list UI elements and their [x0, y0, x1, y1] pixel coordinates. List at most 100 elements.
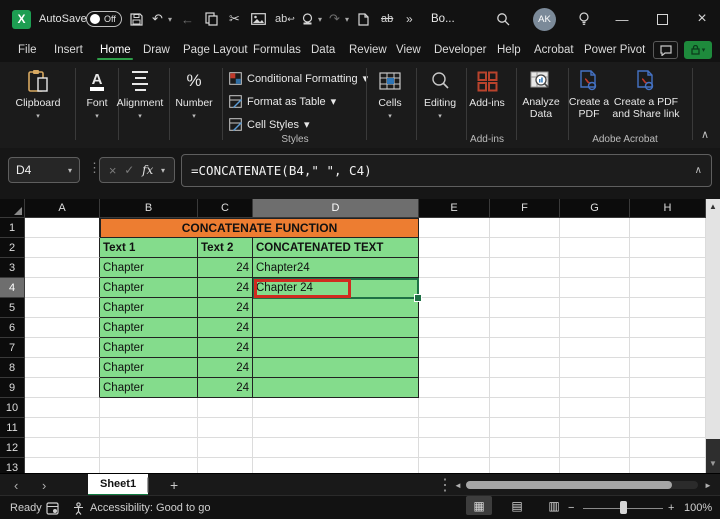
cell-a6[interactable]	[25, 318, 100, 338]
cell-g6[interactable]	[560, 318, 630, 338]
collapse-ribbon-icon[interactable]: ∧	[697, 128, 713, 141]
column-header-c[interactable]: C	[198, 199, 253, 218]
cell-a5[interactable]	[25, 298, 100, 318]
row-header-12[interactable]: 12	[0, 438, 25, 458]
tab-draw[interactable]: Draw	[143, 38, 170, 62]
fill-handle[interactable]	[414, 294, 422, 302]
cell-c9[interactable]: 24	[198, 378, 253, 398]
cell-f1[interactable]	[490, 218, 560, 238]
cell-c8[interactable]: 24	[198, 358, 253, 378]
add-ins-button[interactable]: Add-ins	[464, 68, 510, 109]
autosave-toggle[interactable]: Off	[86, 0, 122, 38]
cell-g5[interactable]	[560, 298, 630, 318]
cell-d4-selected[interactable]: Chapter 24	[253, 278, 419, 298]
maximize-button[interactable]	[648, 0, 676, 38]
cell-e11[interactable]	[419, 418, 490, 438]
cell-g11[interactable]	[560, 418, 630, 438]
cell-g8[interactable]	[560, 358, 630, 378]
cell-h12[interactable]	[630, 438, 706, 458]
font-group-button[interactable]: A Font▾	[78, 68, 116, 120]
cell-c12[interactable]	[198, 438, 253, 458]
tab-help[interactable]: Help	[497, 38, 521, 62]
cell-g3[interactable]	[560, 258, 630, 278]
next-sheet-icon[interactable]: ›	[42, 474, 46, 496]
expand-formula-bar-icon[interactable]: ∧	[695, 165, 711, 176]
row-header-1[interactable]: 1	[0, 218, 25, 238]
cell-d6[interactable]	[253, 318, 419, 338]
tab-insert[interactable]: Insert	[54, 38, 83, 62]
cell-c10[interactable]	[198, 398, 253, 418]
cell-d12[interactable]	[253, 438, 419, 458]
cell-c7[interactable]: 24	[198, 338, 253, 358]
cell-b10[interactable]	[100, 398, 198, 418]
row-header-10[interactable]: 10	[0, 398, 25, 418]
add-sheet-button[interactable]: +	[170, 474, 178, 496]
create-pdf-button[interactable]: Create a PDF	[566, 68, 612, 120]
cell-a12[interactable]	[25, 438, 100, 458]
tab-review[interactable]: Review	[349, 38, 387, 62]
cell-e8[interactable]	[419, 358, 490, 378]
cell-e4[interactable]	[419, 278, 490, 298]
cell-styles-button[interactable]: Cell Styles▾	[229, 118, 310, 131]
inking-dropdown-icon[interactable]: ▾	[318, 0, 322, 38]
editing-group-button[interactable]: Editing▾	[416, 68, 464, 120]
cell-b5[interactable]: Chapter	[100, 298, 198, 318]
tab-options-dots-icon[interactable]: ⋮	[437, 474, 453, 496]
row-header-7[interactable]: 7	[0, 338, 25, 358]
document-title[interactable]: Bo...	[431, 0, 455, 38]
cell-f6[interactable]	[490, 318, 560, 338]
insert-function-icon[interactable]: fx	[142, 163, 153, 177]
vertical-scrollbar-thumb[interactable]: ▲	[706, 199, 720, 439]
cell-g1[interactable]	[560, 218, 630, 238]
scroll-left-icon[interactable]: ◄	[454, 474, 462, 496]
column-header-d[interactable]: D	[253, 199, 419, 218]
row-header-5[interactable]: 5	[0, 298, 25, 318]
cell-c13[interactable]	[198, 458, 253, 473]
undo-icon[interactable]: ↶	[152, 0, 163, 38]
cell-f7[interactable]	[490, 338, 560, 358]
scroll-down-icon[interactable]: ▼	[706, 459, 720, 468]
cell-h10[interactable]	[630, 398, 706, 418]
cell-a2[interactable]	[25, 238, 100, 258]
cell-f4[interactable]	[490, 278, 560, 298]
cell-a3[interactable]	[25, 258, 100, 278]
sheet-tab-sheet1[interactable]: Sheet1	[88, 474, 148, 496]
vertical-scrollbar[interactable]: ▲ ▼	[706, 199, 720, 473]
paste-picture-icon[interactable]	[251, 0, 266, 38]
cell-e3[interactable]	[419, 258, 490, 278]
cell-g10[interactable]	[560, 398, 630, 418]
formula-input[interactable]: =CONCATENATE(B4," ", C4) ∧	[181, 154, 712, 187]
cell-d10[interactable]	[253, 398, 419, 418]
zoom-in-button[interactable]: +	[668, 496, 674, 519]
tab-power-pivot[interactable]: Power Pivot	[584, 38, 645, 62]
cell-e13[interactable]	[419, 458, 490, 473]
conditional-formatting-button[interactable]: Conditional Formatting▾	[229, 72, 368, 85]
share-button[interactable]: ▾	[684, 41, 712, 59]
cell-f13[interactable]	[490, 458, 560, 473]
create-pdf-share-button[interactable]: Create a PDF and Share link	[612, 68, 680, 120]
column-header-e[interactable]: E	[419, 199, 490, 218]
cell-d11[interactable]	[253, 418, 419, 438]
cell-b11[interactable]	[100, 418, 198, 438]
cell-e9[interactable]	[419, 378, 490, 398]
alignment-group-button[interactable]: Alignment▾	[112, 68, 168, 120]
format-as-table-button[interactable]: Format as Table▾	[229, 95, 336, 108]
cell-d2[interactable]: CONCATENATED TEXT	[253, 238, 419, 258]
name-box-dropdown-icon[interactable]: ▾	[68, 166, 72, 175]
cell-e1[interactable]	[419, 218, 490, 238]
scroll-up-icon[interactable]: ▲	[709, 202, 717, 439]
cell-f9[interactable]	[490, 378, 560, 398]
scroll-right-icon[interactable]: ►	[704, 474, 712, 496]
cell-d7[interactable]	[253, 338, 419, 358]
cell-a10[interactable]	[25, 398, 100, 418]
cell-c2[interactable]: Text 2	[198, 238, 253, 258]
tab-view[interactable]: View	[396, 38, 421, 62]
cell-h3[interactable]	[630, 258, 706, 278]
page-layout-view-button[interactable]: ▤	[504, 496, 530, 515]
cell-h11[interactable]	[630, 418, 706, 438]
cells-group-button[interactable]: Cells▾	[368, 68, 412, 120]
cell-e7[interactable]	[419, 338, 490, 358]
cell-h4[interactable]	[630, 278, 706, 298]
cell-b1-merged-title[interactable]: CONCATENATE FUNCTION	[100, 218, 419, 238]
row-header-4[interactable]: 4	[0, 278, 25, 298]
